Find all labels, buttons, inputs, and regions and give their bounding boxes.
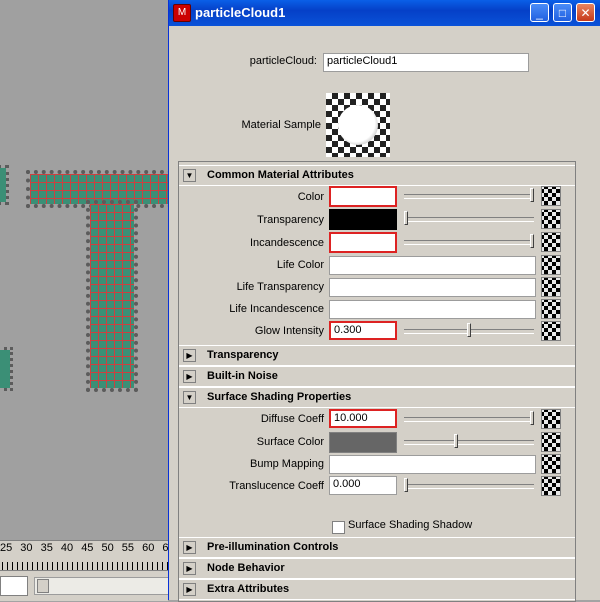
- close-button[interactable]: ✕: [576, 3, 595, 22]
- timeline-tick-label: 60: [142, 542, 155, 554]
- section-transparency[interactable]: ▶ Transparency: [179, 345, 575, 366]
- surface-color-label: Surface Color: [256, 436, 324, 448]
- transparency-swatch[interactable]: [329, 209, 397, 230]
- attributes-panel: ▼ Common Material Attributes Color Trans…: [178, 161, 576, 602]
- diffuse-coeff-input[interactable]: 10.000: [329, 409, 397, 428]
- bump-mapping-label: Bump Mapping: [250, 458, 324, 470]
- color-slider[interactable]: [404, 186, 534, 205]
- life-transparency-field[interactable]: [329, 278, 536, 297]
- particle-letter-t-bar: [26, 170, 168, 208]
- section-title: Common Material Attributes: [207, 169, 354, 181]
- timeline-ticks: 25 30 35 40 45 50 55 60 6: [0, 541, 169, 555]
- section-title: Surface Shading Properties: [207, 391, 352, 403]
- maya-app-icon[interactable]: M: [173, 4, 191, 22]
- section-node-behavior[interactable]: ▶ Node Behavior: [179, 558, 575, 579]
- life-transparency-label: Life Transparency: [236, 281, 324, 293]
- timeline-tick-label: 55: [121, 542, 135, 554]
- expand-arrow-icon[interactable]: ▶: [183, 562, 196, 575]
- incandescence-swatch[interactable]: [329, 232, 397, 253]
- collapse-arrow-icon[interactable]: ▼: [183, 169, 196, 182]
- material-sample-ball: [338, 105, 378, 145]
- section-title: Pre-illumination Controls: [207, 541, 339, 553]
- attribute-editor-window: M particleCloud1 _ □ ✕ particleCloud: pa…: [168, 0, 600, 602]
- window-title: particleCloud1: [195, 5, 286, 20]
- translucence-coeff-map-button[interactable]: [541, 476, 561, 496]
- minimize-button[interactable]: _: [530, 3, 549, 22]
- diffuse-coeff-label: Diffuse Coeff: [260, 413, 324, 425]
- section-title: Transparency: [207, 349, 279, 361]
- glow-intensity-input[interactable]: 0.300: [329, 321, 397, 340]
- surface-color-swatch[interactable]: [329, 432, 397, 453]
- transparency-map-button[interactable]: [541, 209, 561, 229]
- section-title: Node Behavior: [207, 562, 285, 574]
- particle-letter-t-stem: [86, 200, 138, 392]
- life-transparency-map-button[interactable]: [541, 277, 561, 297]
- section-surface-shading[interactable]: ▼ Surface Shading Properties: [179, 387, 575, 408]
- range-slider-bar[interactable]: [0, 570, 170, 601]
- range-slider-thumb[interactable]: [37, 579, 49, 593]
- life-incandescence-label: Life Incandescence: [229, 303, 324, 315]
- diffuse-coeff-map-button[interactable]: [541, 409, 561, 429]
- incandescence-label: Incandescence: [250, 237, 324, 249]
- glow-intensity-label: Glow Intensity: [254, 325, 324, 337]
- transparency-label: Transparency: [257, 214, 324, 226]
- transparency-slider[interactable]: [404, 209, 534, 228]
- timeline-tick-label: 40: [60, 542, 74, 554]
- timeline-tick-label: 35: [40, 542, 53, 554]
- section-title: Built-in Noise: [207, 370, 278, 382]
- color-map-button[interactable]: [541, 186, 561, 206]
- bump-mapping-field[interactable]: [329, 455, 536, 474]
- section-pre-illumination[interactable]: ▶ Pre-illumination Controls: [179, 537, 575, 558]
- life-color-label: Life Color: [276, 259, 324, 271]
- surface-shading-shadow-checkbox[interactable]: [332, 521, 345, 534]
- material-sample-label: Material Sample: [241, 119, 321, 131]
- section-title: Extra Attributes: [207, 583, 290, 595]
- collapse-arrow-icon[interactable]: ▼: [183, 391, 196, 404]
- node-name-label: particleCloud:: [249, 55, 317, 67]
- particle-letter-fragment: [0, 347, 13, 391]
- bump-mapping-map-button[interactable]: [541, 454, 561, 474]
- incandescence-map-button[interactable]: [541, 232, 561, 252]
- timeline-tick-label: 30: [20, 542, 33, 554]
- particle-letter-fragment: [0, 165, 9, 205]
- timeline-tick-label: 45: [81, 542, 94, 554]
- expand-arrow-icon[interactable]: ▶: [183, 541, 196, 554]
- life-color-map-button[interactable]: [541, 255, 561, 275]
- glow-intensity-map-button[interactable]: [541, 321, 561, 341]
- translucence-coeff-input[interactable]: 0.000: [329, 476, 397, 495]
- life-color-field[interactable]: [329, 256, 536, 275]
- surface-color-slider[interactable]: [404, 432, 534, 451]
- color-label: Color: [297, 191, 324, 203]
- range-start-field[interactable]: [0, 576, 28, 596]
- section-extra-attributes[interactable]: ▶ Extra Attributes: [179, 579, 575, 600]
- title-bar[interactable]: M particleCloud1 _ □ ✕: [169, 0, 600, 26]
- diffuse-coeff-slider[interactable]: [404, 409, 534, 428]
- timeline-tick-label: 50: [101, 542, 114, 554]
- surface-color-map-button[interactable]: [541, 432, 561, 452]
- timeline-tickmarks: [0, 556, 168, 571]
- glow-intensity-slider[interactable]: [404, 321, 534, 340]
- color-swatch[interactable]: [329, 186, 397, 207]
- surface-shading-shadow-label: Surface Shading Shadow: [348, 519, 473, 531]
- section-built-in-noise[interactable]: ▶ Built-in Noise: [179, 366, 575, 387]
- node-name-input[interactable]: particleCloud1: [323, 53, 529, 72]
- window-content: particleCloud: particleCloud1 Material S…: [169, 26, 600, 602]
- material-sample-swatch[interactable]: [326, 93, 390, 157]
- panel-scroll-gutter[interactable]: [581, 161, 599, 600]
- expand-arrow-icon[interactable]: ▶: [183, 583, 196, 596]
- life-incandescence-field[interactable]: [329, 300, 536, 319]
- expand-arrow-icon[interactable]: ▶: [183, 349, 196, 362]
- maximize-button[interactable]: □: [553, 3, 572, 22]
- translucence-coeff-slider[interactable]: [404, 476, 534, 495]
- life-incandescence-map-button[interactable]: [541, 299, 561, 319]
- expand-arrow-icon[interactable]: ▶: [183, 370, 196, 383]
- timeline-tick-label: 25: [0, 542, 13, 554]
- time-slider[interactable]: 25 30 35 40 45 50 55 60 6: [0, 540, 169, 571]
- range-slider[interactable]: [34, 577, 170, 595]
- incandescence-slider[interactable]: [404, 232, 534, 251]
- translucence-coeff-label: Translucence Coeff: [229, 480, 324, 492]
- section-common-material[interactable]: ▼ Common Material Attributes: [179, 165, 575, 186]
- viewport[interactable]: [0, 0, 168, 540]
